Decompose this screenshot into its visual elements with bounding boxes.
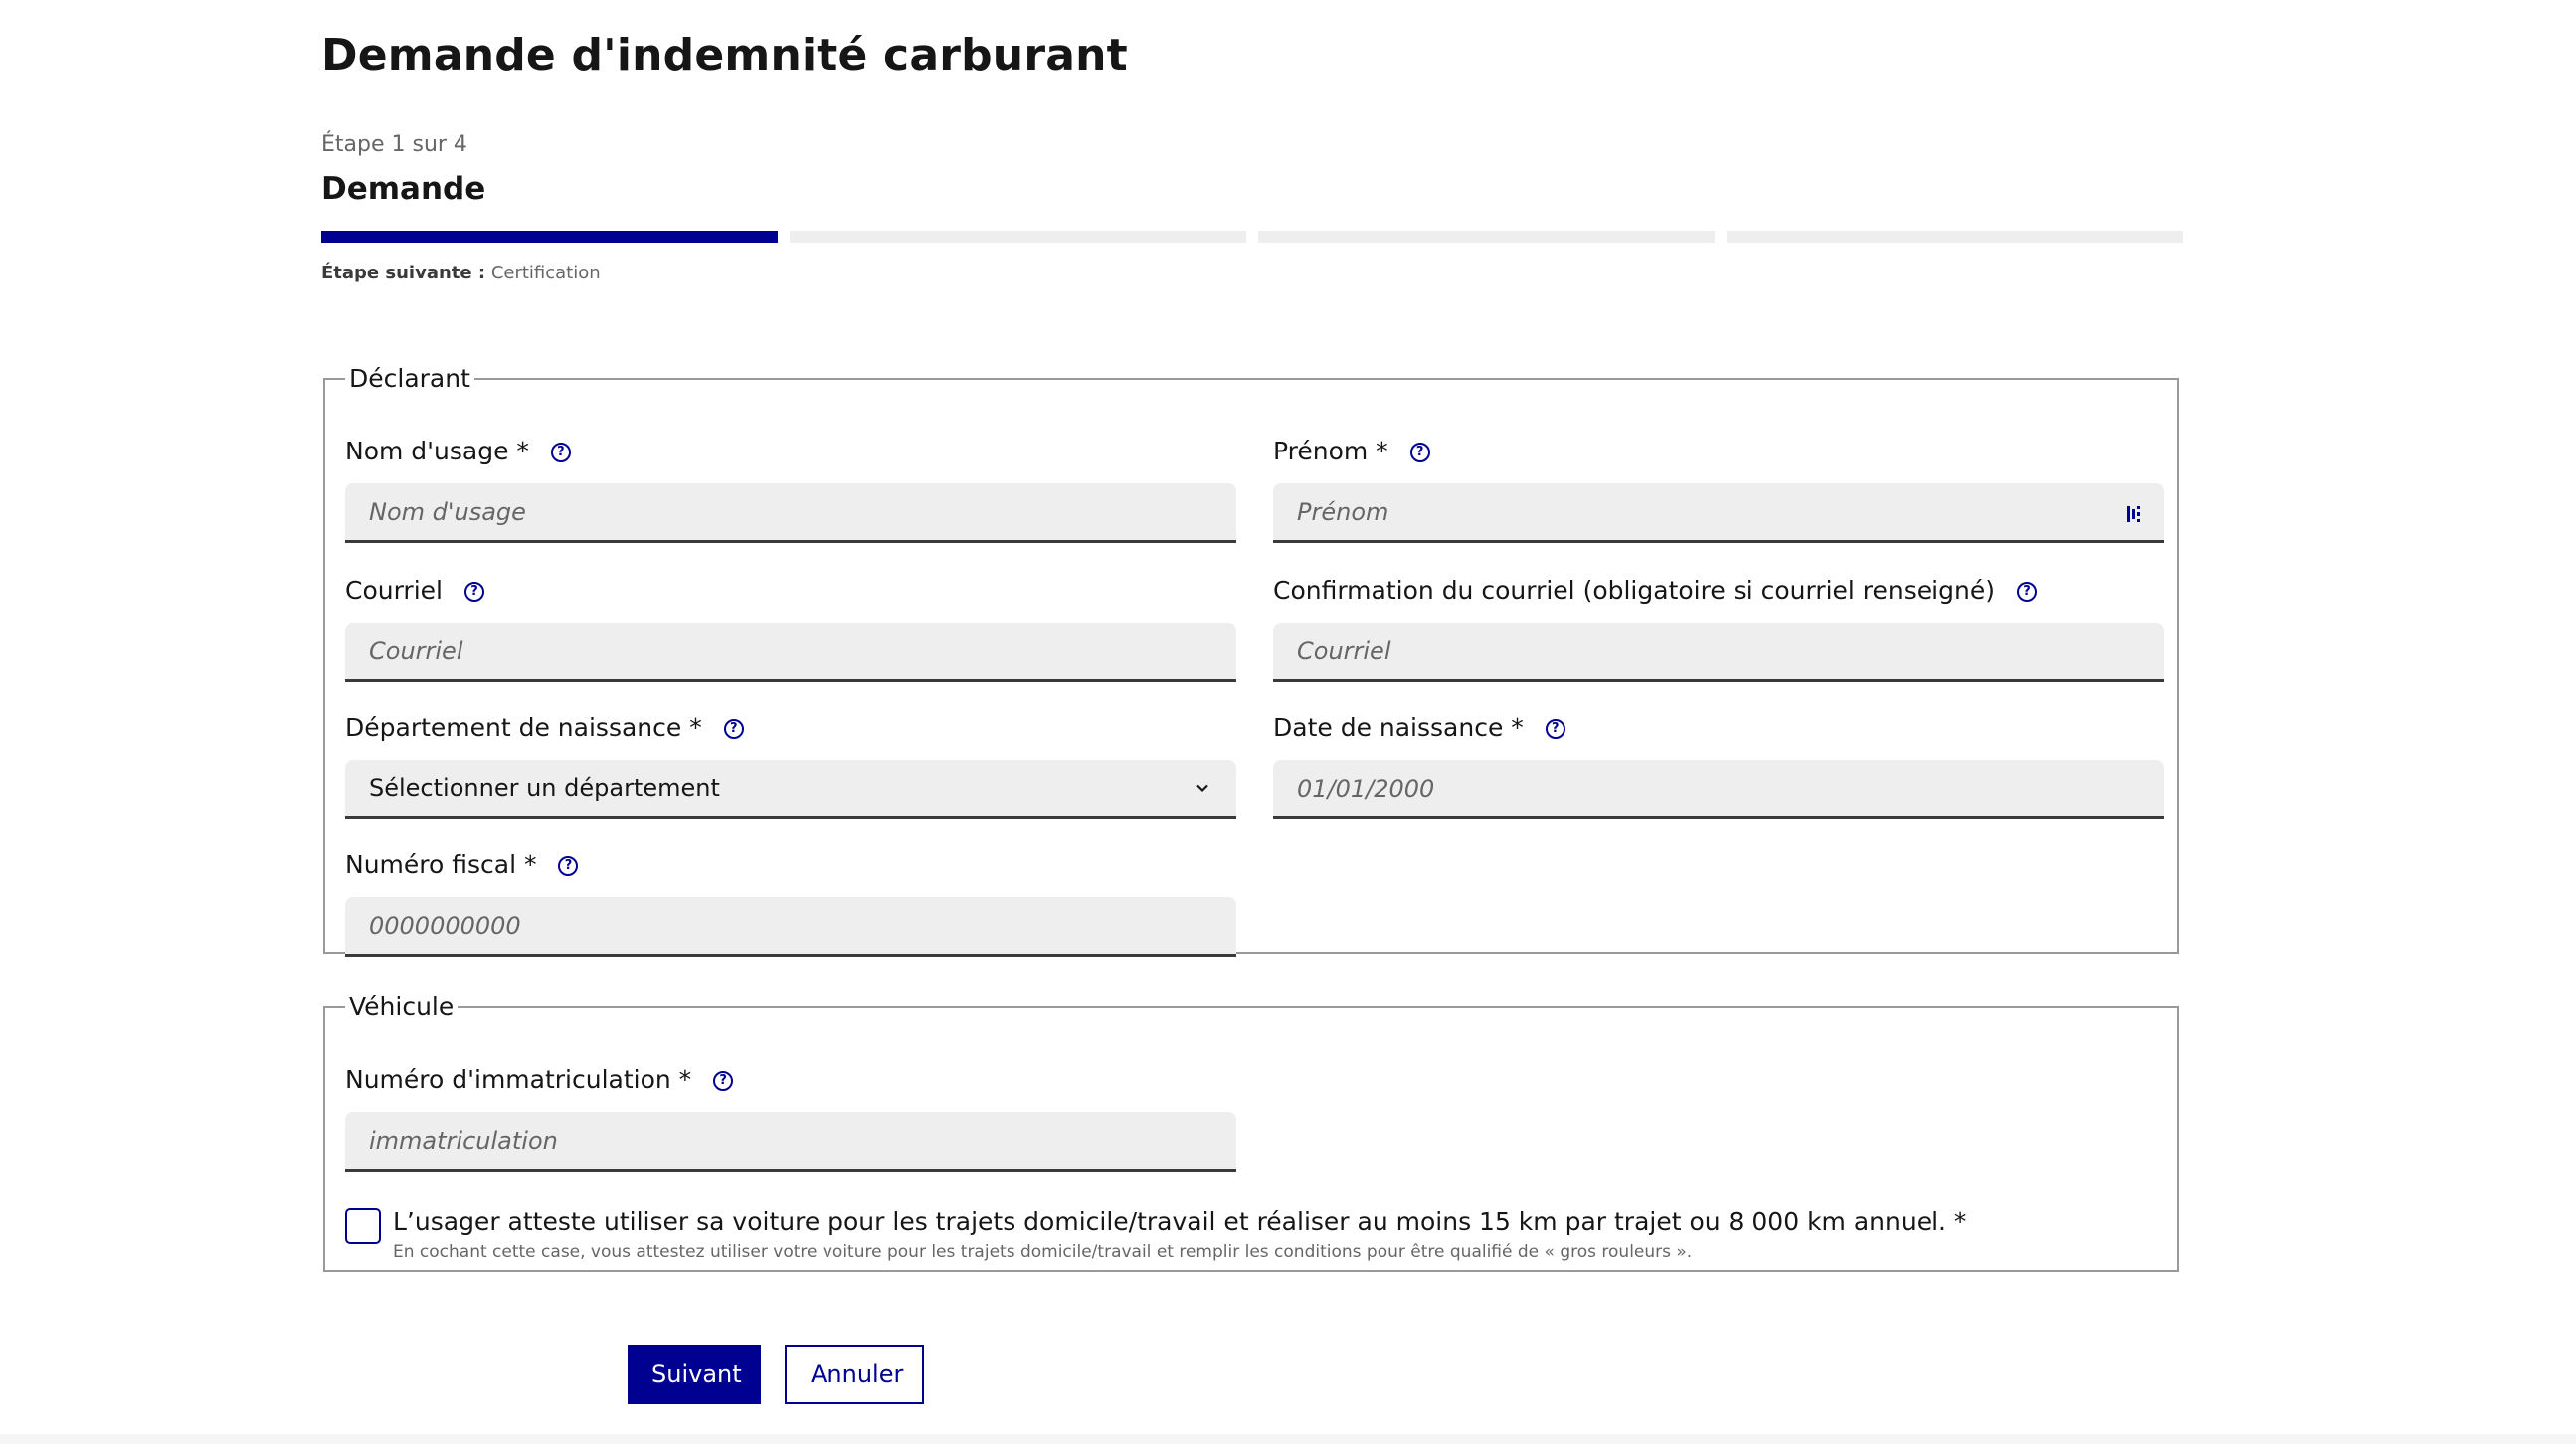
immatriculation-label-text: Numéro d'immatriculation * [345,1065,692,1094]
declarant-fieldset: Déclarant Nom d'usage *? Prénom *? Courr… [323,364,2179,957]
confirmation-courriel-label: Confirmation du courriel (obligatoire si… [1273,573,2164,609]
prenom-input[interactable] [1273,483,2164,543]
date-naissance-input[interactable] [1273,760,2164,819]
chevron-down-icon [1196,784,1208,793]
prenom-field: Prénom *? [1273,434,2164,543]
question-circle-icon[interactable]: ? [464,582,484,602]
vehicule-legend: Véhicule [349,993,455,1021]
question-circle-icon[interactable]: ? [550,443,571,462]
numero-fiscal-label-text: Numéro fiscal * [345,850,537,879]
courriel-label: Courriel? [345,573,1236,609]
numero-fiscal-label: Numéro fiscal *? [345,847,1236,883]
courriel-field: Courriel? [345,573,1236,682]
attestation-checkbox[interactable] [345,1208,381,1244]
confirmation-courriel-input[interactable] [1273,623,2164,682]
next-step: Étape suivante : Certification [321,263,601,283]
page-title: Demande d'indemnité carburant [321,30,1128,81]
vehicule-fieldset: Véhicule Numéro d'immatriculation *? L’u… [323,993,2179,1272]
confirmation-courriel-field: Confirmation du courriel (obligatoire si… [1273,573,2164,682]
stepper-segment-2 [790,231,1246,243]
page-footer-edge [0,1434,2576,1444]
next-step-value: Certification [490,263,601,283]
immatriculation-input[interactable] [345,1112,1236,1172]
question-circle-icon[interactable]: ? [1409,443,1430,462]
declarant-legend: Déclarant [349,364,470,393]
stepper-segment-3 [1258,231,1715,243]
confirmation-courriel-label-text: Confirmation du courriel (obligatoire si… [1273,576,1995,605]
courriel-label-text: Courriel [345,576,443,605]
numero-fiscal-field: Numéro fiscal *? [345,847,1236,957]
departement-selected: Sélectionner un département [369,774,720,802]
date-naissance-field: Date de naissance *? [1273,710,2164,819]
stepper-segment-4 [1727,231,2183,243]
nom-field: Nom d'usage *? [345,434,1236,543]
departement-field: Département de naissance *? Sélectionner… [345,710,1236,819]
next-button[interactable]: Suivant [628,1345,761,1404]
step-count: Étape 1 sur 4 [321,132,467,157]
question-circle-icon[interactable]: ? [1545,719,1565,739]
immatriculation-field: Numéro d'immatriculation *? [345,1062,1236,1172]
prenom-label-text: Prénom * [1273,437,1388,465]
stepper-progress [321,231,2183,243]
password-manager-icon[interactable] [2126,505,2142,523]
cancel-button[interactable]: Annuler [785,1345,924,1404]
date-naissance-label: Date de naissance *? [1273,710,2164,746]
nom-label: Nom d'usage *? [345,434,1236,469]
attestation-label[interactable]: L’usager atteste utiliser sa voiture pou… [393,1204,1966,1240]
nom-input[interactable] [345,483,1236,543]
question-circle-icon[interactable]: ? [713,1071,734,1091]
attestation-hint: En cochant cette case, vous attestez uti… [393,1242,1693,1262]
step-title: Demande [321,171,486,207]
next-step-label: Étape suivante : [321,263,486,283]
immatriculation-label: Numéro d'immatriculation *? [345,1062,1236,1098]
page: Demande d'indemnité carburant Étape 1 su… [0,0,2576,1444]
departement-label: Département de naissance *? [345,710,1236,746]
departement-label-text: Département de naissance * [345,713,702,742]
departement-select[interactable]: Sélectionner un département [345,760,1236,819]
question-circle-icon[interactable]: ? [558,856,579,876]
courriel-input[interactable] [345,623,1236,682]
date-naissance-label-text: Date de naissance * [1273,713,1524,742]
numero-fiscal-input[interactable] [345,897,1236,957]
prenom-label: Prénom *? [1273,434,2164,469]
nom-label-text: Nom d'usage * [345,437,529,465]
stepper-segment-1 [321,231,778,243]
question-circle-icon[interactable]: ? [2016,582,2037,602]
question-circle-icon[interactable]: ? [723,719,744,739]
